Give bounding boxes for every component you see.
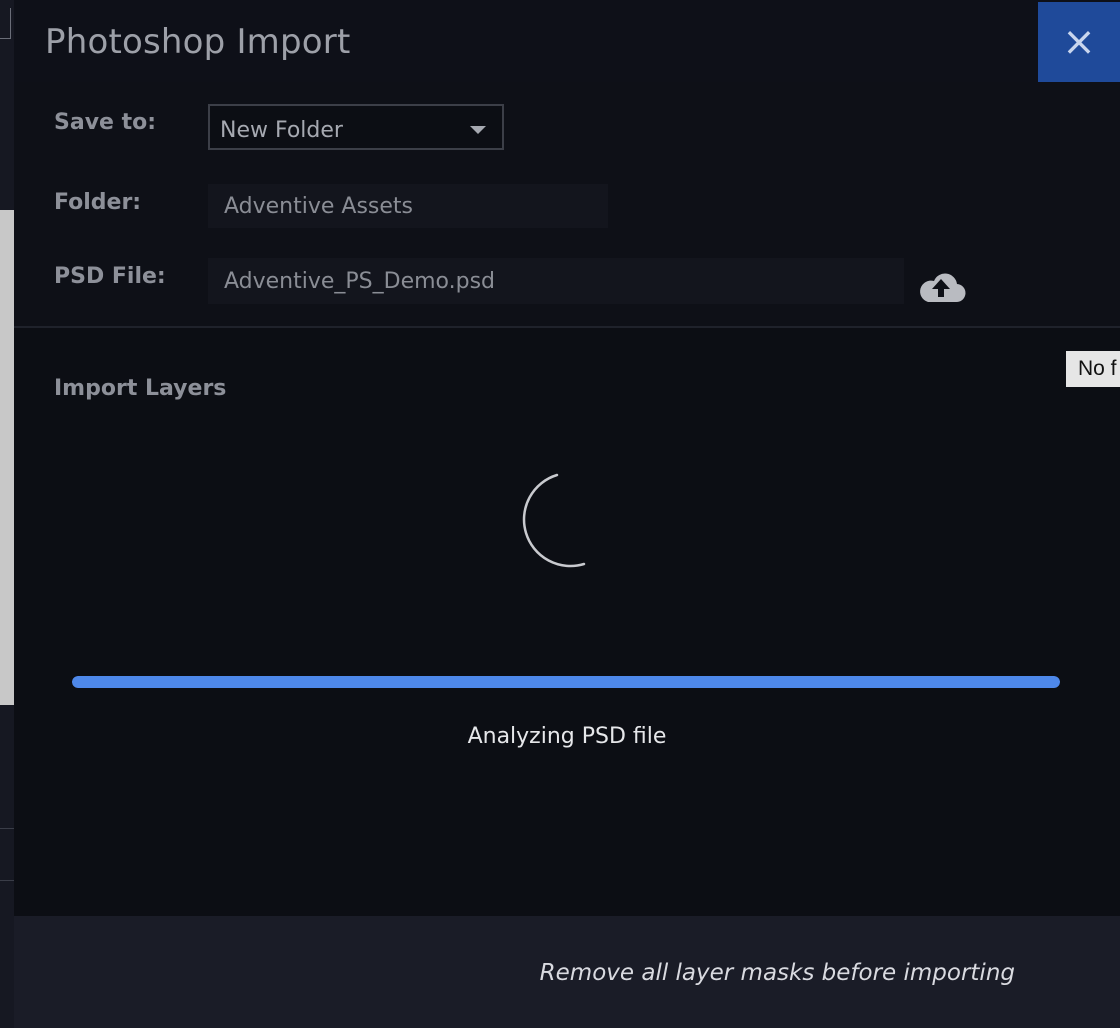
background-corner-mark [0,8,11,39]
dialog-header: Photoshop Import × [14,0,1120,82]
background-left-panel [0,210,14,705]
dialog-footer: Remove all layer masks before importing [14,916,1120,1028]
close-icon: × [1062,19,1096,65]
psd-file-value: Adventive_PS_Demo.psd [224,268,496,294]
dialog-title: Photoshop Import [45,22,351,62]
background-divider [0,880,14,881]
psd-file-label: PSD File: [54,264,166,289]
folder-label: Folder: [54,190,142,215]
import-form: Save to: New Folder Folder: Adventive As… [14,82,1120,326]
progress-bar [72,676,1060,688]
psd-file-field[interactable]: Adventive_PS_Demo.psd [208,258,904,304]
status-text: Analyzing PSD file [467,724,667,749]
side-tooltip: No f [1066,351,1120,387]
progress-bar-fill [72,676,1060,688]
save-to-label: Save to: [54,110,157,135]
close-button[interactable]: × [1038,2,1120,82]
save-to-select[interactable]: New Folder [208,104,504,150]
background-divider [0,828,14,829]
section-divider [14,326,1120,328]
footer-note: Remove all layer masks before importing [539,960,1015,986]
chevron-down-icon [470,126,486,134]
folder-field[interactable]: Adventive Assets [208,184,608,228]
import-layers-title: Import Layers [54,376,227,401]
save-to-value: New Folder [220,118,343,143]
folder-value: Adventive Assets [224,193,414,219]
loading-spinner-icon [522,473,586,568]
cloud-upload-icon[interactable] [916,268,966,304]
photoshop-import-dialog: Photoshop Import × Save to: New Folder F… [14,0,1120,1028]
